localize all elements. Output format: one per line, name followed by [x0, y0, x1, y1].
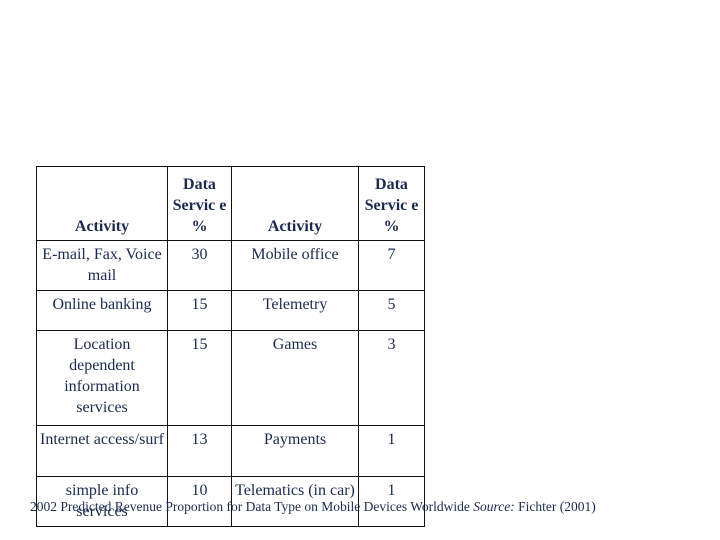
- table-row: Internet access/surf 13 Payments 1: [36, 425, 425, 477]
- caption-source-label: Source:: [473, 499, 515, 514]
- cell-activity: Payments: [231, 425, 359, 477]
- header-percent-2: Data Servic e %: [358, 166, 425, 241]
- table-row: E-mail, Fax, Voice mail 30 Mobile office…: [36, 240, 425, 291]
- header-activity-2: Activity: [231, 166, 359, 241]
- cell-percent: 15: [167, 290, 232, 331]
- header-activity-1: Activity: [36, 166, 168, 241]
- cell-percent: 15: [167, 330, 232, 426]
- cell-percent: 7: [358, 240, 425, 291]
- cell-percent: 1: [358, 425, 425, 477]
- cell-activity: Online banking: [36, 290, 168, 331]
- table-row: Online banking 15 Telemetry 5: [36, 290, 425, 331]
- cell-percent: 13: [167, 425, 232, 477]
- cell-activity: E-mail, Fax, Voice mail: [36, 240, 168, 291]
- cell-activity: Games: [231, 330, 359, 426]
- cell-activity: Mobile office: [231, 240, 359, 291]
- table-header-row: Activity Data Servic e % Activity Data S…: [36, 166, 425, 241]
- table-caption: 2002 Predicted Revenue Proportion for Da…: [30, 499, 596, 515]
- cell-percent: 30: [167, 240, 232, 291]
- revenue-table: Activity Data Servic e % Activity Data S…: [36, 166, 425, 527]
- cell-activity: Telemetry: [231, 290, 359, 331]
- header-percent-1: Data Servic e %: [167, 166, 232, 241]
- cell-percent: 5: [358, 290, 425, 331]
- caption-text: 2002 Predicted Revenue Proportion for Da…: [30, 499, 474, 514]
- cell-percent: 3: [358, 330, 425, 426]
- cell-activity: Internet access/surf: [36, 425, 168, 477]
- cell-activity: Location dependent information services: [36, 330, 168, 426]
- caption-source: Fichter (2001): [514, 499, 596, 514]
- table-row: Location dependent information services …: [36, 330, 425, 426]
